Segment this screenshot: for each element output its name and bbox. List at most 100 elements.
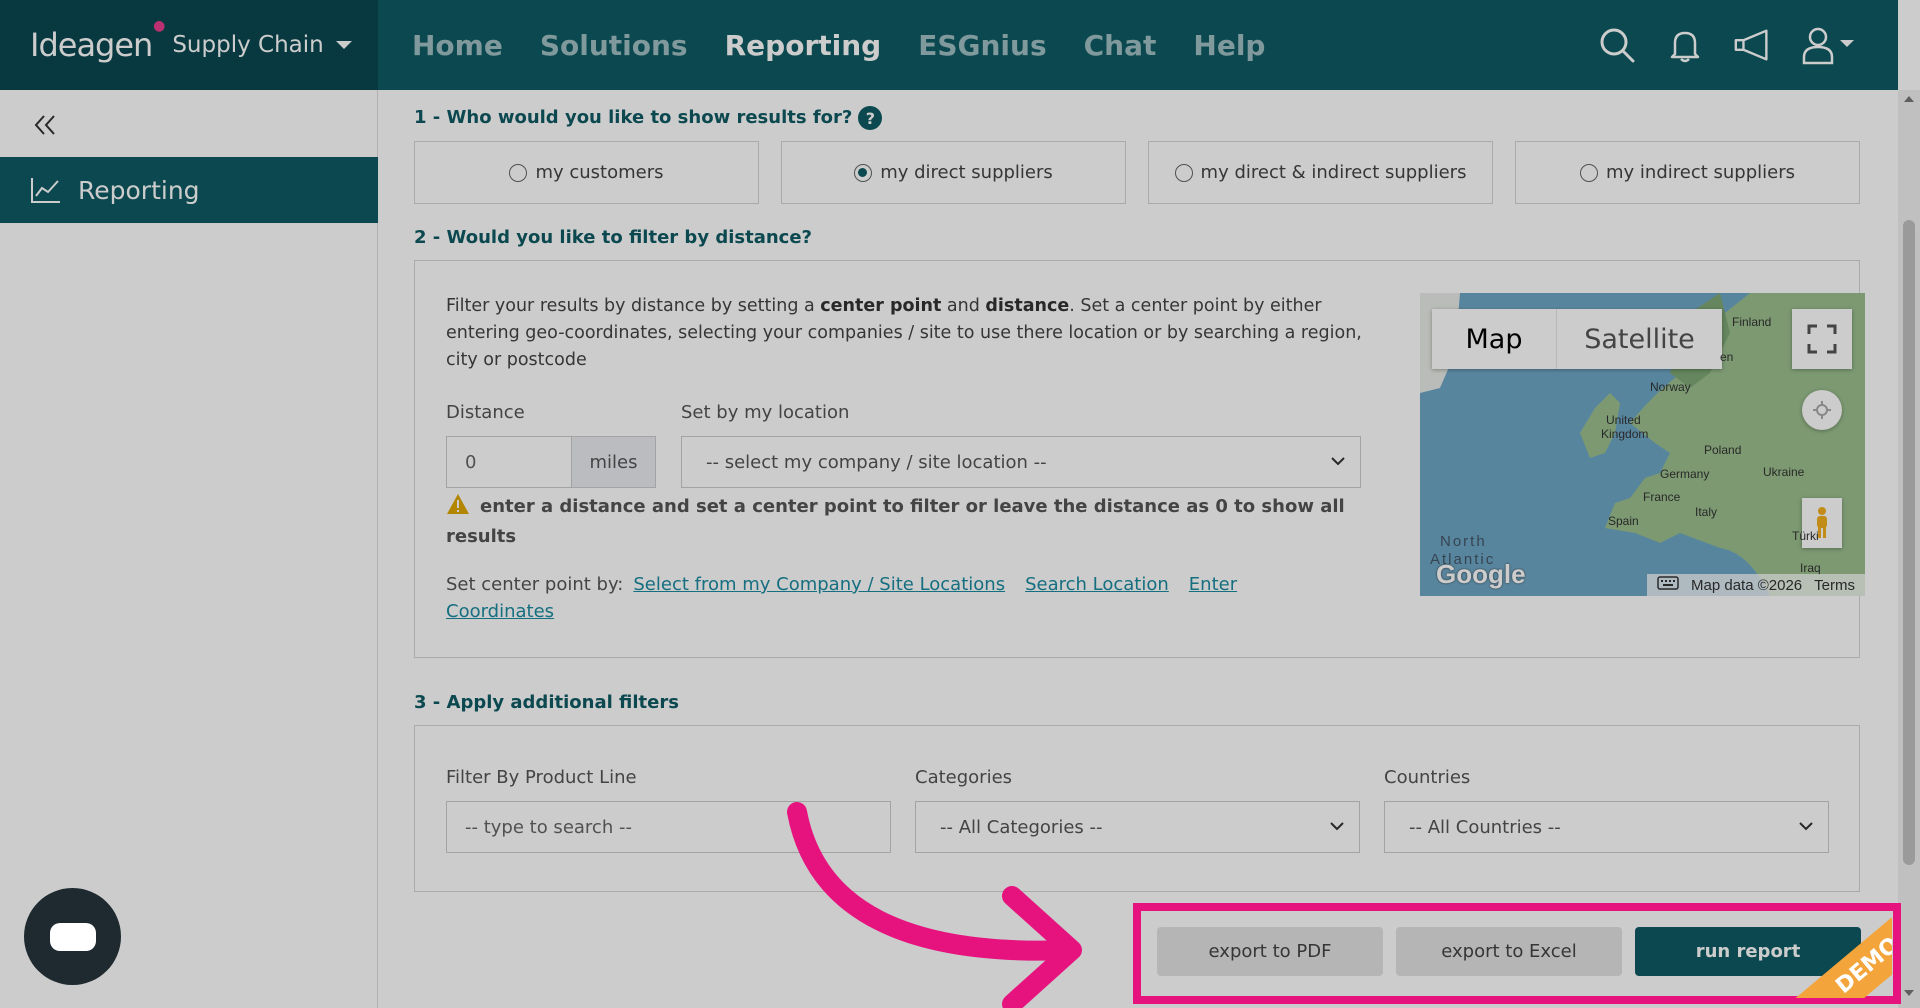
map-label-spain: Spain: [1608, 514, 1639, 528]
run-report-button[interactable]: run report: [1635, 927, 1861, 976]
radio-my-indirect-suppliers[interactable]: [1580, 163, 1598, 182]
pointer-arrow-icon: [787, 802, 1082, 1008]
ideagen-logo: Ideagen ●: [30, 18, 165, 64]
chat-icon: [49, 922, 96, 951]
center-point-links: Set center point by: Select from my Compa…: [446, 571, 1366, 625]
logo-dot-icon: ●: [153, 18, 165, 34]
chevron-down-icon: [1331, 457, 1345, 466]
chevron-down-icon: [1799, 822, 1813, 831]
logo-text: Ideagen: [30, 26, 153, 64]
map-tab-satellite[interactable]: Satellite: [1556, 309, 1722, 369]
scroll-up-icon[interactable]: [1904, 96, 1914, 102]
map-tab-map[interactable]: Map: [1432, 309, 1556, 369]
link-select-company-site[interactable]: Select from my Company / Site Locations: [633, 574, 1005, 595]
location-select-value: -- select my company / site location --: [706, 451, 1047, 473]
map-label-poland: Poland: [1704, 443, 1742, 457]
distance-panel: Filter your results by distance by setti…: [414, 260, 1865, 658]
chevron-down-icon: [1330, 822, 1344, 831]
distance-intro: Filter your results by distance by setti…: [446, 293, 1366, 374]
option-my-customers[interactable]: my customers: [414, 141, 759, 204]
product-switch-caret-icon[interactable]: [335, 41, 352, 49]
distance-unit: miles: [571, 436, 656, 488]
main-content: 1 - Who would you like to show results f…: [379, 90, 1898, 1008]
sidebar-item-label: Reporting: [78, 175, 200, 205]
sidebar-item-reporting[interactable]: Reporting: [0, 157, 378, 223]
intro-text: and: [941, 296, 986, 316]
distance-label: Distance: [446, 402, 525, 423]
countries-label: Countries: [1384, 767, 1471, 788]
scroll-down-icon[interactable]: [1904, 990, 1914, 996]
section1-title-text: 1 - Who would you like to show results f…: [414, 107, 853, 128]
fullscreen-icon[interactable]: [1792, 309, 1852, 369]
map-label-iraq: Iraq: [1800, 561, 1821, 575]
intro-bold: center point: [820, 296, 942, 316]
map-label-italy: Italy: [1695, 505, 1718, 519]
intro-text: Filter your results by distance by setti…: [446, 296, 821, 316]
map-label-north: North: [1440, 533, 1487, 550]
intro-bold: distance: [985, 296, 1070, 316]
option-my-direct-suppliers[interactable]: my direct suppliers: [781, 141, 1126, 204]
page-scrollbar[interactable]: [1898, 90, 1920, 1008]
map[interactable]: Map Satellite Finland en Norway United K…: [1420, 293, 1865, 596]
nav-chat[interactable]: Chat: [1084, 29, 1157, 62]
option-label: my direct & indirect suppliers: [1200, 162, 1467, 183]
map-label-en: en: [1720, 350, 1734, 364]
distance-input[interactable]: 0: [446, 436, 572, 488]
warning-text: enter a distance and set a center point …: [446, 496, 1345, 547]
nav-esgnius[interactable]: ESGnius: [918, 29, 1046, 62]
location-select[interactable]: -- select my company / site location --: [681, 436, 1361, 488]
map-terms-link[interactable]: Terms: [1814, 577, 1855, 594]
map-label-ukraine: Ukraine: [1763, 465, 1805, 479]
map-label-united: United: [1606, 413, 1641, 427]
top-navbar: Ideagen ● Supply Chain Home Solutions Rep…: [0, 0, 1898, 90]
option-label: my direct suppliers: [880, 162, 1053, 183]
section3-title: 3 - Apply additional filters: [414, 692, 679, 713]
radio-my-direct-indirect-suppliers[interactable]: [1174, 163, 1193, 182]
chat-widget-button[interactable]: [24, 888, 121, 985]
countries-select-value: -- All Countries --: [1409, 816, 1561, 838]
option-my-direct-indirect-suppliers[interactable]: my direct & indirect suppliers: [1148, 141, 1493, 204]
option-label: my customers: [535, 162, 664, 183]
main-nav: Home Solutions Reporting ESGnius Chat He…: [412, 0, 1265, 90]
map-label-france: France: [1643, 490, 1681, 504]
map-label-finland: Finland: [1732, 315, 1772, 329]
user-menu-icon[interactable]: [1800, 24, 1860, 66]
google-logo: Google: [1436, 559, 1526, 589]
radio-my-direct-suppliers[interactable]: [854, 163, 873, 182]
map-data-text: Map data ©2026: [1691, 576, 1803, 594]
nav-help[interactable]: Help: [1193, 29, 1265, 62]
nav-solutions[interactable]: Solutions: [540, 29, 688, 62]
keyboard-icon[interactable]: [1657, 576, 1679, 594]
center-point-prefix: Set center point by:: [446, 574, 624, 595]
collapse-sidebar-icon[interactable]: [30, 110, 60, 140]
radio-my-customers[interactable]: [509, 163, 528, 182]
link-search-location[interactable]: Search Location: [1025, 574, 1169, 595]
chart-line-icon: [30, 176, 62, 204]
megaphone-icon[interactable]: [1732, 24, 1774, 66]
additional-filters-panel: Filter By Product Line -- type to search…: [414, 725, 1860, 892]
categories-label: Categories: [915, 767, 1013, 788]
nav-home[interactable]: Home: [412, 29, 503, 62]
map-label-norway: Norway: [1650, 380, 1691, 394]
brand[interactable]: Ideagen ● Supply Chain: [0, 0, 378, 90]
countries-select[interactable]: -- All Countries --: [1384, 801, 1829, 853]
nav-reporting[interactable]: Reporting: [725, 29, 882, 62]
search-icon[interactable]: [1596, 24, 1638, 66]
help-icon[interactable]: ?: [858, 106, 883, 130]
map-label-germany: Germany: [1660, 467, 1710, 481]
option-my-indirect-suppliers[interactable]: my indirect suppliers: [1515, 141, 1860, 204]
my-location-icon[interactable]: [1802, 390, 1842, 430]
export-excel-button[interactable]: export to Excel: [1396, 927, 1622, 976]
product-line-label: Filter By Product Line: [446, 767, 637, 788]
link-enter-coordinates[interactable]: Enter: [1189, 574, 1237, 595]
bell-icon[interactable]: [1664, 24, 1706, 66]
sidebar: Reporting: [0, 90, 378, 1008]
section2-title: 2 - Would you like to filter by distance…: [414, 227, 812, 248]
top-icons: [1596, 0, 1860, 90]
link-enter-coordinates-cont[interactable]: Coordinates: [446, 601, 554, 622]
location-label: Set by my location: [681, 402, 850, 423]
export-pdf-button[interactable]: export to PDF: [1157, 927, 1383, 976]
map-footer: Map data ©2026 Terms: [1647, 574, 1865, 596]
scroll-thumb[interactable]: [1903, 220, 1915, 865]
map-label-kingdom: Kingdom: [1601, 427, 1649, 441]
